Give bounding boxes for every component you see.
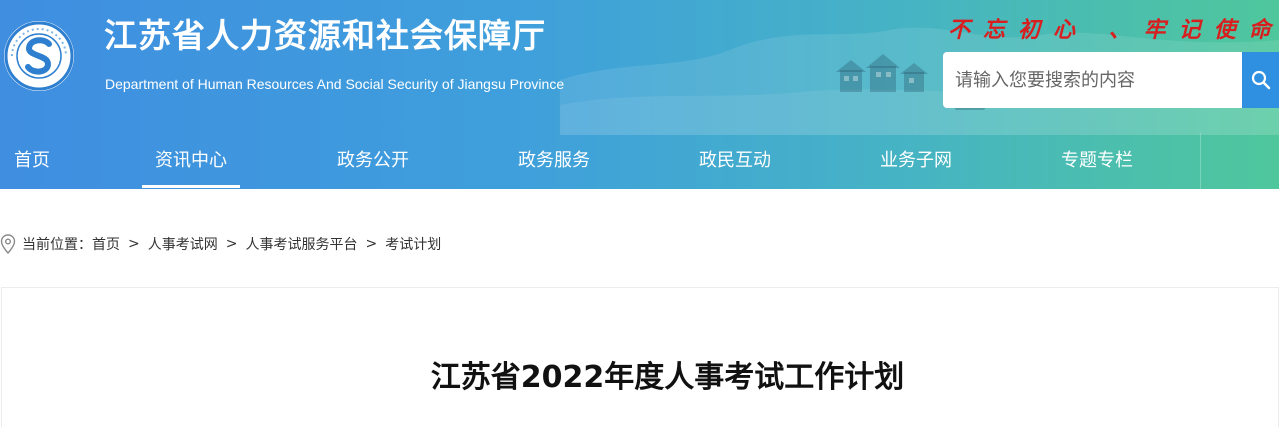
breadcrumb-prefix: 当前位置： bbox=[22, 237, 92, 253]
nav-item-gov-affairs[interactable]: 政务公开 bbox=[337, 133, 409, 189]
breadcrumb-home[interactable]: 首页 bbox=[92, 234, 120, 254]
search-input[interactable] bbox=[943, 52, 1242, 108]
site-subtitle: Department of Human Resources And Social… bbox=[105, 76, 565, 92]
breadcrumb: 当前位置： 首页 > 人事考试网 > 人事考试服务平台 > 考试计划 bbox=[0, 232, 441, 256]
main-nav: 首页 资讯中心 政务公开 政务服务 政民互动 业务子网 专题专栏 bbox=[0, 133, 1279, 189]
breadcrumb-exam-plan[interactable]: 考试计划 bbox=[385, 234, 441, 254]
search-icon bbox=[1251, 70, 1270, 90]
nav-item-special-topics[interactable]: 专题专栏 bbox=[1061, 133, 1133, 189]
nav-item-news-center[interactable]: 资讯中心 bbox=[142, 133, 240, 189]
search-button[interactable] bbox=[1242, 52, 1279, 108]
nav-item-interaction[interactable]: 政民互动 bbox=[699, 133, 771, 189]
nav-divider bbox=[1200, 133, 1201, 189]
location-pin-icon bbox=[0, 234, 16, 254]
nav-item-sub-sites[interactable]: 业务子网 bbox=[880, 133, 952, 189]
breadcrumb-exam-site[interactable]: 人事考试网 bbox=[148, 234, 218, 254]
slogan: 不忘初心 、牢记使命 bbox=[948, 17, 1279, 43]
site-title: 江苏省人力资源和社会保障厅 bbox=[104, 16, 546, 55]
nav-item-gov-services[interactable]: 政务服务 bbox=[518, 133, 590, 189]
department-seal-logo-icon bbox=[4, 21, 74, 91]
article-title: 江苏省2022年度人事考试工作计划 bbox=[430, 360, 905, 395]
breadcrumb-exam-platform[interactable]: 人事考试服务平台 bbox=[245, 234, 357, 254]
nav-item-home[interactable]: 首页 bbox=[14, 133, 50, 189]
site-header: 江苏省人力资源和社会保障厅 Department of Human Resour… bbox=[0, 0, 1279, 189]
breadcrumb-separator: > bbox=[128, 236, 140, 252]
breadcrumb-separator: > bbox=[225, 236, 238, 252]
breadcrumb-separator: > bbox=[365, 236, 378, 252]
